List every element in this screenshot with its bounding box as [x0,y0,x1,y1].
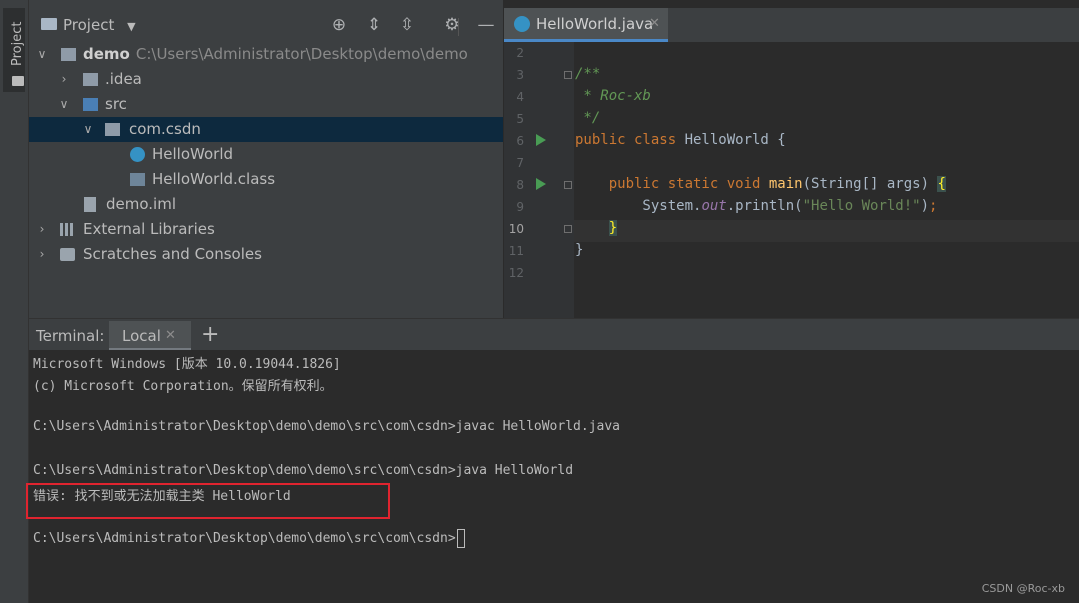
tree-item-helloworld-class[interactable]: HelloWorld.class [29,167,503,192]
gear-icon[interactable]: ⚙ [441,14,463,36]
package-icon [105,123,120,136]
line-number: 11 [508,244,524,258]
tree-item-path: C:\Users\Administrator\Desktop\demo\demo [135,45,468,63]
scratches-icon [60,248,75,261]
tree-item-label: External Libraries [83,220,215,238]
terminal-line: C:\Users\Administrator\Desktop\demo\demo… [33,419,620,434]
terminal-output[interactable]: Microsoft Windows [版本 10.0.19044.1826] (… [26,350,1079,603]
tab-label: Local [122,327,161,345]
watermark: CSDN @Roc-xb [981,582,1065,595]
close-icon[interactable]: ✕ [649,16,660,31]
libraries-icon [60,223,75,236]
folder-icon [83,73,98,86]
tree-item-demo[interactable]: ∨ demo C:\Users\Administrator\Desktop\dem… [29,42,503,67]
chevron-right-icon[interactable]: › [35,217,49,242]
project-tool-button[interactable]: Project [3,8,25,92]
terminal-prompt-line[interactable]: C:\Users\Administrator\Desktop\demo\demo… [33,529,465,548]
tree-item-label: HelloWorld.class [152,170,276,188]
tab-local[interactable]: Local ✕ [109,321,191,351]
chevron-down-icon[interactable]: ∨ [81,117,95,142]
code-line-9[interactable]: System.out.println("Hello World!"); [575,198,937,214]
tree-item-external-libraries[interactable]: › External Libraries [29,217,503,242]
chevron-down-icon[interactable]: ∨ [57,92,71,117]
tree-item-label: com.csdn [129,120,201,138]
tree-item-label: demo.iml [106,195,176,213]
line-number: 10 [508,222,524,236]
chevron-right-icon[interactable]: › [57,67,71,92]
tree-item-scratches[interactable]: › Scratches and Consoles [29,242,503,267]
project-panel-header: Project ▼ ⊕ ⇕ ⇳ ⚙ — [29,8,503,40]
line-number: 4 [516,90,524,104]
code-editor: HelloWorld.java ✕ 2 3 4 5 6 7 8 9 10 11 … [504,0,1079,318]
line-number: 2 [516,46,524,60]
project-tool-label: Project [10,22,25,67]
line-number: 6 [516,134,524,148]
line-number: 3 [516,68,524,82]
terminal-line: (c) Microsoft Corporation。保留所有权利。 [33,379,333,394]
iml-file-icon [84,197,96,212]
terminal-line: C:\Users\Administrator\Desktop\demo\demo… [33,463,574,478]
chevron-right-icon[interactable]: › [35,242,49,267]
collapse-all-icon[interactable]: ⇳ [396,14,418,36]
line-number: 9 [516,200,524,214]
code-line-10[interactable]: } [575,220,618,236]
current-line-highlight [574,220,1079,242]
tree-item-src[interactable]: ∨ src [29,92,503,117]
java-class-icon [130,147,145,162]
tree-item-idea[interactable]: › .idea [29,67,503,92]
run-main-icon[interactable] [536,178,546,190]
chevron-down-icon[interactable]: ∨ [35,42,49,67]
fold-icon[interactable] [564,181,572,189]
fold-icon[interactable] [564,71,572,79]
line-number: 7 [516,156,524,170]
source-folder-icon [83,98,98,111]
terminal-title: Terminal: [36,327,105,345]
minimize-icon[interactable]: — [475,14,497,36]
project-view-selector[interactable]: Project ▼ [63,16,136,34]
java-class-icon [514,16,530,32]
tree-item-label: .idea [105,70,142,88]
text-cursor [456,529,465,548]
chevron-down-icon: ▼ [127,20,136,33]
code-line-6[interactable]: public class HelloWorld { [575,132,786,148]
code-line-3[interactable]: /** [575,66,600,82]
line-number: 8 [516,178,524,192]
folder-icon [12,76,24,86]
code-line-4[interactable]: * Roc-xb [575,88,650,104]
terminal-header: Terminal: Local ✕ + [29,318,1079,351]
tab-label: HelloWorld.java [536,15,654,33]
editor-tab-bar: HelloWorld.java ✕ [504,8,1079,42]
locate-target-icon[interactable]: ⊕ [328,14,350,36]
line-number-gutter: 2 3 4 5 6 7 8 9 10 11 12 [504,42,574,318]
code-line-8[interactable]: public static void main(String[] args) { [575,176,946,192]
tool-window-stripe: Project [0,0,29,603]
line-number: 12 [508,266,524,280]
tree-item-label: HelloWorld [152,145,234,163]
error-highlight-box [26,483,390,519]
project-panel: Project ▼ ⊕ ⇕ ⇳ ⚙ — ∨ demo C:\Users\Admin… [29,0,503,318]
tree-item-helloworld[interactable]: HelloWorld [29,142,503,167]
line-number: 5 [516,112,524,126]
code-line-5[interactable]: */ [575,110,600,126]
folder-icon [41,18,57,30]
tree-item-label: Scratches and Consoles [83,245,262,263]
expand-all-icon[interactable]: ⇕ [363,14,385,36]
class-file-icon [130,173,145,186]
close-icon[interactable]: ✕ [165,328,176,343]
project-title: Project [63,16,115,34]
terminal-prompt: C:\Users\Administrator\Desktop\demo\demo… [33,531,456,546]
tree-item-com-csdn[interactable]: ∨ com.csdn [29,117,503,142]
run-class-icon[interactable] [536,134,546,146]
code-line-11[interactable]: } [575,242,583,258]
tab-helloworld-java[interactable]: HelloWorld.java ✕ [504,8,668,42]
tree-item-demo-iml[interactable]: demo.iml [29,192,503,217]
new-tab-plus-icon[interactable]: + [201,322,219,347]
terminal-line: Microsoft Windows [版本 10.0.19044.1826] [33,357,341,372]
fold-icon[interactable] [564,225,572,233]
tree-item-label: demo [83,45,130,63]
tree-item-label: src [105,95,127,113]
module-folder-icon [61,48,76,61]
